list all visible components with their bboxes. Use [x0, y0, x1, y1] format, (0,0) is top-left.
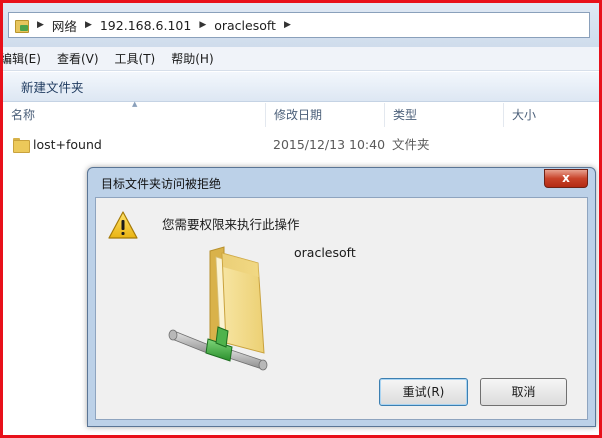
access-denied-dialog: 目标文件夹访问被拒绝 x 您需要权限来执行此操作 oraclesoft 重试(R… — [87, 167, 596, 427]
new-folder-button[interactable]: 新建文件夹 — [21, 77, 84, 96]
address-bar-area: ▶ 网络 ▶ 192.168.6.101 ▶ oraclesoft ▶ — [3, 3, 599, 47]
chevron-right-icon[interactable]: ▶ — [85, 20, 92, 30]
network-folder-icon — [15, 19, 29, 33]
permission-message: 您需要权限来执行此操作 — [162, 217, 300, 232]
chevron-right-icon[interactable]: ▶ — [284, 20, 291, 30]
chevron-right-icon[interactable]: ▶ — [37, 20, 44, 30]
folder-icon — [13, 138, 30, 153]
menu-view[interactable]: 查看(V) — [57, 50, 99, 67]
breadcrumb-host[interactable]: 192.168.6.101 — [100, 18, 191, 33]
column-name[interactable]: 名称 — [3, 103, 266, 127]
column-size[interactable]: 大小 — [504, 103, 599, 127]
file-type: 文件夹 — [392, 137, 430, 152]
menu-help[interactable]: 帮助(H) — [171, 50, 213, 67]
chevron-right-icon[interactable]: ▶ — [199, 20, 206, 30]
cancel-button[interactable]: 取消 — [480, 378, 567, 406]
breadcrumb-share[interactable]: oraclesoft — [214, 18, 276, 33]
breadcrumb-network[interactable]: 网络 — [52, 16, 77, 35]
address-bar[interactable]: ▶ 网络 ▶ 192.168.6.101 ▶ oraclesoft ▶ — [8, 12, 590, 38]
target-folder-name: oraclesoft — [294, 245, 356, 260]
network-folder-large-icon — [168, 246, 268, 371]
retry-button[interactable]: 重试(R) — [379, 378, 468, 406]
file-row[interactable]: lost+found 2015/12/13 10:40 文件夹 — [3, 133, 599, 157]
dialog-body: 您需要权限来执行此操作 oraclesoft 重试(R) 取消 — [95, 197, 588, 420]
dialog-title: 目标文件夹访问被拒绝 — [101, 177, 222, 191]
menu-bar: 编辑(E) 查看(V) 工具(T) 帮助(H) — [0, 47, 599, 71]
column-modified[interactable]: 修改日期 — [266, 103, 385, 127]
menu-tools[interactable]: 工具(T) — [115, 50, 156, 67]
column-type[interactable]: 类型 — [385, 103, 504, 127]
close-button[interactable]: x — [544, 169, 588, 188]
menu-edit[interactable]: 编辑(E) — [0, 50, 41, 67]
warning-icon — [108, 211, 138, 239]
file-name: lost+found — [33, 137, 102, 152]
column-header: ▲ 名称 修改日期 类型 大小 — [3, 100, 599, 127]
file-modified: 2015/12/13 10:40 — [273, 137, 386, 152]
toolbar: 新建文件夹 — [3, 72, 599, 102]
